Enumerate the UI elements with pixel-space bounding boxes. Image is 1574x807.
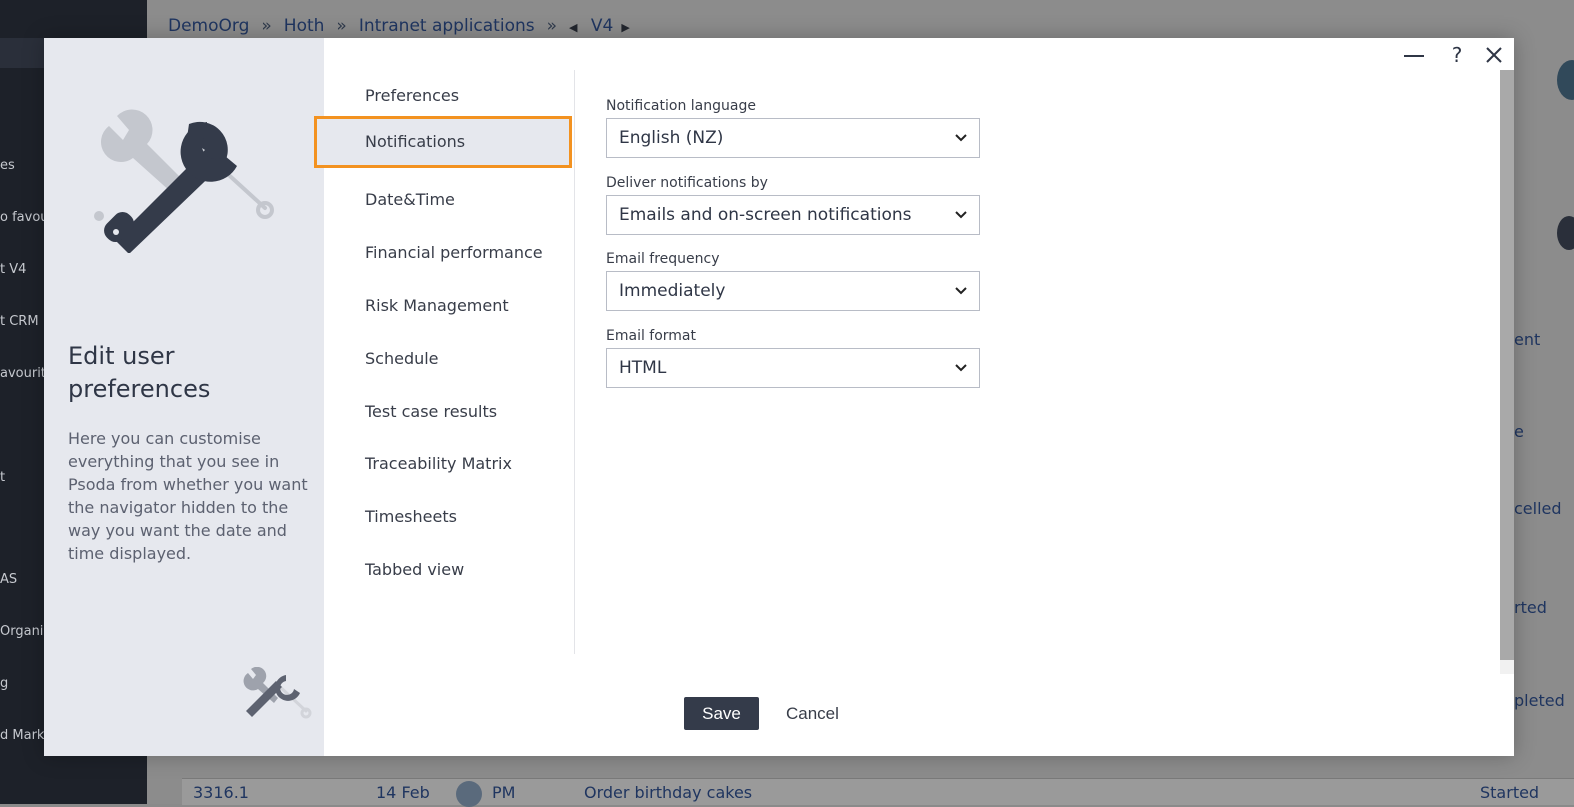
status-text: celled <box>1514 499 1562 518</box>
email-format-select[interactable]: HTML <box>606 348 980 388</box>
deliver-notifications-select[interactable]: Emails and on-screen notifications <box>606 195 980 235</box>
select-value: Emails and on-screen notifications <box>619 205 912 225</box>
row-initials: PM <box>492 783 516 802</box>
deliver-notifications-field: Deliver notifications by Emails and on-s… <box>606 173 980 235</box>
table-row[interactable]: 3316.1 14 Feb PM Order birthday cakes St… <box>182 778 1574 807</box>
field-label: Deliver notifications by <box>606 175 768 191</box>
nav-item-schedule[interactable]: Schedule <box>324 333 573 385</box>
notification-language-field: Notification language English (NZ) <box>606 96 980 158</box>
close-icon[interactable] <box>1481 42 1507 68</box>
sidebar-item[interactable]: t CRM <box>0 314 39 329</box>
status-text: e <box>1514 422 1524 441</box>
chevron-down-icon <box>955 211 967 219</box>
help-icon[interactable]: ? <box>1444 42 1470 68</box>
save-button[interactable]: Save <box>684 697 759 730</box>
nav-item-tabbed-view[interactable]: Tabbed view <box>324 544 573 596</box>
row-status: Started <box>1480 783 1540 802</box>
row-date: 14 Feb <box>376 783 430 802</box>
sidebar-item[interactable]: Organis <box>0 624 50 639</box>
nav-item-timesheets[interactable]: Timesheets <box>324 491 573 543</box>
minimize-icon[interactable] <box>1401 42 1427 68</box>
breadcrumb-separator: » <box>336 16 347 36</box>
breadcrumb: DemoOrg » Hoth » Intranet applications » ◀ V4 ▶ <box>168 16 638 36</box>
nav-item-financial-performance[interactable]: Financial performance <box>324 227 573 279</box>
breadcrumb-item[interactable]: Intranet applications <box>359 16 535 36</box>
sidebar-item[interactable]: g <box>0 676 8 691</box>
dialog-description: Here you can customise everything that y… <box>68 429 308 563</box>
avatar[interactable] <box>1557 60 1574 100</box>
field-label: Notification language <box>606 98 756 114</box>
round-button-icon[interactable] <box>1557 216 1574 250</box>
nav-item-preferences[interactable]: Preferences <box>324 70 573 122</box>
sidebar-item[interactable]: es <box>0 158 15 173</box>
nav-item-test-case-results[interactable]: Test case results <box>324 386 573 438</box>
field-label: Email format <box>606 328 697 344</box>
tools-small-icon <box>243 667 312 719</box>
notification-language-select[interactable]: English (NZ) <box>606 118 980 158</box>
email-frequency-field: Email frequency Immediately <box>606 249 980 311</box>
email-format-field: Email format HTML <box>606 326 980 388</box>
edit-preferences-dialog: Edit user preferences Here you can custo… <box>44 38 1514 756</box>
breadcrumb-separator: » <box>261 16 272 36</box>
next-version-icon[interactable]: ▶ <box>621 21 629 34</box>
chevron-down-icon <box>955 134 967 142</box>
select-value: Immediately <box>619 281 726 301</box>
breadcrumb-item[interactable]: DemoOrg <box>168 16 249 36</box>
nav-item-traceability-matrix[interactable]: Traceability Matrix <box>324 438 573 490</box>
cancel-button[interactable]: Cancel <box>786 697 839 730</box>
sidebar-item[interactable]: AS <box>0 572 17 587</box>
avatar <box>456 781 482 807</box>
dialog-info-panel: Edit user preferences Here you can custo… <box>44 38 324 756</box>
prev-version-icon[interactable]: ◀ <box>569 21 577 34</box>
sidebar-item[interactable]: t <box>0 470 5 485</box>
tools-icon <box>94 109 274 253</box>
email-frequency-select[interactable]: Immediately <box>606 271 980 311</box>
breadcrumb-separator: » <box>546 16 558 36</box>
dialog-scrollbar[interactable] <box>1500 70 1514 674</box>
sidebar-item[interactable]: t V4 <box>0 262 26 277</box>
row-task[interactable]: Order birthday cakes <box>584 783 752 802</box>
dialog-title: Edit user preferences <box>68 342 211 403</box>
select-value: HTML <box>619 358 667 378</box>
column-header: ent <box>1514 330 1541 349</box>
row-id[interactable]: 3316.1 <box>193 783 249 802</box>
scrollbar-thumb[interactable] <box>1500 70 1514 660</box>
select-value: English (NZ) <box>619 128 724 148</box>
nav-item-notifications[interactable]: Notifications <box>314 116 572 168</box>
breadcrumb-item[interactable]: V4 <box>591 16 613 36</box>
preferences-nav: Preferences Notifications Date&Time Fina… <box>314 70 575 654</box>
breadcrumb-item[interactable]: Hoth <box>284 16 325 36</box>
chevron-down-icon <box>955 287 967 295</box>
chevron-down-icon <box>955 364 967 372</box>
field-label: Email frequency <box>606 251 720 267</box>
nav-item-date-time[interactable]: Date&Time <box>324 174 573 226</box>
nav-item-risk-management[interactable]: Risk Management <box>324 280 573 332</box>
status-text: pleted <box>1514 691 1565 710</box>
status-text: rted <box>1514 598 1547 617</box>
sidebar-item[interactable]: d Mark <box>0 728 44 743</box>
